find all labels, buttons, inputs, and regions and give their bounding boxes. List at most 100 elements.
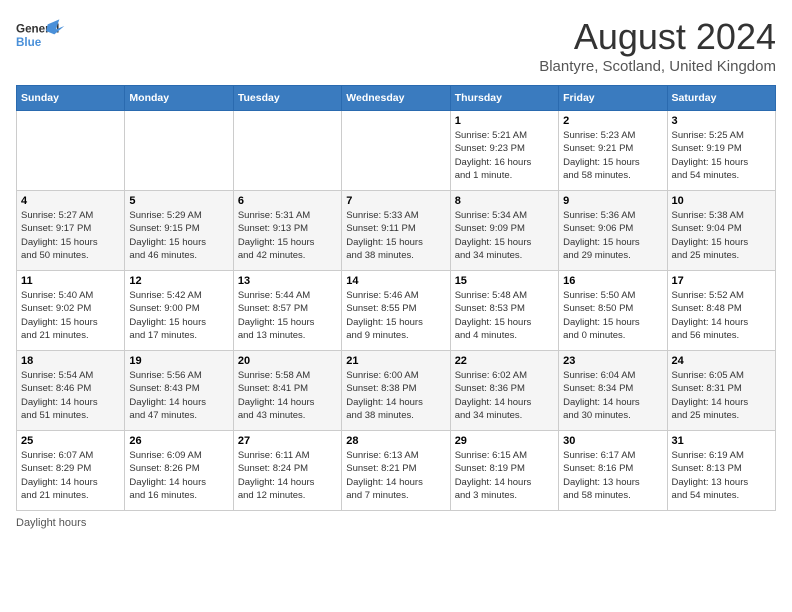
calendar-day-cell: 19 Sunrise: 5:56 AM Sunset: 8:43 PM Dayli…	[125, 351, 233, 431]
calendar-day-cell: 17Sunrise: 5:52 AM Sunset: 8:48 PM Dayli…	[667, 271, 775, 351]
day-info: Sunrise: 6:11 AM Sunset: 8:24 PM Dayligh…	[238, 449, 337, 502]
day-number: 6	[238, 195, 337, 207]
day-number: 17	[672, 275, 771, 287]
day-info: Sunrise: 5:21 AM Sunset: 9:23 PM Dayligh…	[455, 129, 554, 182]
footer: Daylight hours	[16, 517, 776, 529]
day-info: Sunrise: 6:17 AM Sunset: 8:16 PM Dayligh…	[563, 449, 662, 502]
day-number: 27	[238, 435, 337, 447]
header: General Blue August 2024 Blantyre, Scotl…	[16, 16, 776, 75]
day-info: Sunrise: 6:04 AM Sunset: 8:34 PM Dayligh…	[563, 369, 662, 422]
calendar-day-cell: 18 Sunrise: 5:54 AM Sunset: 8:46 PM Dayli…	[17, 351, 125, 431]
day-number: 14	[346, 275, 445, 287]
day-info: Sunrise: 5:27 AM Sunset: 9:17 PM Dayligh…	[21, 209, 120, 262]
calendar-day-cell: 21 Sunrise: 6:00 AM Sunset: 8:38 PM Dayli…	[342, 351, 450, 431]
calendar-table: SundayMondayTuesdayWednesdayThursdayFrid…	[16, 85, 776, 511]
calendar-day-cell: 9 Sunrise: 5:36 AM Sunset: 9:06 PM Daylig…	[559, 191, 667, 271]
calendar-day-cell: 26 Sunrise: 6:09 AM Sunset: 8:26 PM Dayli…	[125, 431, 233, 511]
day-info: Sunrise: 5:31 AM Sunset: 9:13 PM Dayligh…	[238, 209, 337, 262]
calendar-day-cell	[233, 111, 341, 191]
day-info: Sunrise: 5:50 AM Sunset: 8:50 PM Dayligh…	[563, 289, 662, 342]
logo-icon: General Blue	[16, 16, 66, 61]
day-number: 22	[455, 355, 554, 367]
calendar-day-cell: 14Sunrise: 5:46 AM Sunset: 8:55 PM Dayli…	[342, 271, 450, 351]
day-info: Sunrise: 5:36 AM Sunset: 9:06 PM Dayligh…	[563, 209, 662, 262]
calendar-day-cell: 29Sunrise: 6:15 AM Sunset: 8:19 PM Dayli…	[450, 431, 558, 511]
calendar-week-row: 11Sunrise: 5:40 AM Sunset: 9:02 PM Dayli…	[17, 271, 776, 351]
calendar-day-cell: 13Sunrise: 5:44 AM Sunset: 8:57 PM Dayli…	[233, 271, 341, 351]
logo: General Blue	[16, 16, 66, 61]
day-number: 12	[129, 275, 228, 287]
calendar-day-cell: 31Sunrise: 6:19 AM Sunset: 8:13 PM Dayli…	[667, 431, 775, 511]
calendar-day-cell: 12 Sunrise: 5:42 AM Sunset: 9:00 PM Dayli…	[125, 271, 233, 351]
calendar-day-cell: 7 Sunrise: 5:33 AM Sunset: 9:11 PM Daylig…	[342, 191, 450, 271]
calendar-day-cell	[125, 111, 233, 191]
daylight-label: Daylight hours	[16, 517, 86, 529]
day-info: Sunrise: 5:29 AM Sunset: 9:15 PM Dayligh…	[129, 209, 228, 262]
calendar-day-cell: 3Sunrise: 5:25 AM Sunset: 9:19 PM Daylig…	[667, 111, 775, 191]
day-number: 9	[563, 195, 662, 207]
calendar-day-cell: 5Sunrise: 5:29 AM Sunset: 9:15 PM Daylig…	[125, 191, 233, 271]
calendar-day-cell: 11Sunrise: 5:40 AM Sunset: 9:02 PM Dayli…	[17, 271, 125, 351]
calendar-week-row: 4Sunrise: 5:27 AM Sunset: 9:17 PM Daylig…	[17, 191, 776, 271]
day-number: 25	[21, 435, 120, 447]
day-info: Sunrise: 5:56 AM Sunset: 8:43 PM Dayligh…	[129, 369, 228, 422]
calendar-day-cell: 4Sunrise: 5:27 AM Sunset: 9:17 PM Daylig…	[17, 191, 125, 271]
calendar-day-cell: 30 Sunrise: 6:17 AM Sunset: 8:16 PM Dayli…	[559, 431, 667, 511]
calendar-header-cell: Thursday	[450, 86, 558, 111]
day-number: 11	[21, 275, 120, 287]
calendar-header-row: SundayMondayTuesdayWednesdayThursdayFrid…	[17, 86, 776, 111]
day-info: Sunrise: 5:33 AM Sunset: 9:11 PM Dayligh…	[346, 209, 445, 262]
calendar-day-cell: 25Sunrise: 6:07 AM Sunset: 8:29 PM Dayli…	[17, 431, 125, 511]
calendar-day-cell: 28 Sunrise: 6:13 AM Sunset: 8:21 PM Dayli…	[342, 431, 450, 511]
day-number: 28	[346, 435, 445, 447]
day-info: Sunrise: 5:44 AM Sunset: 8:57 PM Dayligh…	[238, 289, 337, 342]
day-info: Sunrise: 6:00 AM Sunset: 8:38 PM Dayligh…	[346, 369, 445, 422]
day-number: 8	[455, 195, 554, 207]
day-number: 26	[129, 435, 228, 447]
day-number: 15	[455, 275, 554, 287]
day-number: 18	[21, 355, 120, 367]
day-info: Sunrise: 6:05 AM Sunset: 8:31 PM Dayligh…	[672, 369, 771, 422]
calendar-day-cell: 22 Sunrise: 6:02 AM Sunset: 8:36 PM Dayli…	[450, 351, 558, 431]
calendar-day-cell: 1 Sunrise: 5:21 AM Sunset: 9:23 PM Daylig…	[450, 111, 558, 191]
title-area: August 2024 Blantyre, Scotland, United K…	[539, 16, 776, 75]
day-number: 2	[563, 115, 662, 127]
calendar-day-cell: 2 Sunrise: 5:23 AM Sunset: 9:21 PM Daylig…	[559, 111, 667, 191]
calendar-day-cell	[17, 111, 125, 191]
day-info: Sunrise: 5:58 AM Sunset: 8:41 PM Dayligh…	[238, 369, 337, 422]
calendar-week-row: 1 Sunrise: 5:21 AM Sunset: 9:23 PM Daylig…	[17, 111, 776, 191]
day-number: 24	[672, 355, 771, 367]
day-number: 20	[238, 355, 337, 367]
day-info: Sunrise: 6:15 AM Sunset: 8:19 PM Dayligh…	[455, 449, 554, 502]
subtitle: Blantyre, Scotland, United Kingdom	[539, 58, 776, 75]
calendar-header-cell: Friday	[559, 86, 667, 111]
svg-text:Blue: Blue	[16, 36, 42, 49]
day-info: Sunrise: 5:34 AM Sunset: 9:09 PM Dayligh…	[455, 209, 554, 262]
day-info: Sunrise: 6:09 AM Sunset: 8:26 PM Dayligh…	[129, 449, 228, 502]
day-number: 10	[672, 195, 771, 207]
calendar-day-cell: 24 Sunrise: 6:05 AM Sunset: 8:31 PM Dayli…	[667, 351, 775, 431]
day-number: 30	[563, 435, 662, 447]
day-info: Sunrise: 6:02 AM Sunset: 8:36 PM Dayligh…	[455, 369, 554, 422]
day-number: 21	[346, 355, 445, 367]
day-info: Sunrise: 6:13 AM Sunset: 8:21 PM Dayligh…	[346, 449, 445, 502]
day-info: Sunrise: 5:25 AM Sunset: 9:19 PM Dayligh…	[672, 129, 771, 182]
calendar-header-cell: Sunday	[17, 86, 125, 111]
day-number: 1	[455, 115, 554, 127]
day-info: Sunrise: 5:54 AM Sunset: 8:46 PM Dayligh…	[21, 369, 120, 422]
day-number: 23	[563, 355, 662, 367]
calendar-body: 1 Sunrise: 5:21 AM Sunset: 9:23 PM Daylig…	[17, 111, 776, 511]
calendar-day-cell: 20 Sunrise: 5:58 AM Sunset: 8:41 PM Dayli…	[233, 351, 341, 431]
calendar-day-cell	[342, 111, 450, 191]
calendar-day-cell: 27 Sunrise: 6:11 AM Sunset: 8:24 PM Dayli…	[233, 431, 341, 511]
calendar-day-cell: 6 Sunrise: 5:31 AM Sunset: 9:13 PM Daylig…	[233, 191, 341, 271]
day-number: 7	[346, 195, 445, 207]
day-number: 19	[129, 355, 228, 367]
day-info: Sunrise: 5:38 AM Sunset: 9:04 PM Dayligh…	[672, 209, 771, 262]
day-info: Sunrise: 5:42 AM Sunset: 9:00 PM Dayligh…	[129, 289, 228, 342]
calendar-week-row: 18 Sunrise: 5:54 AM Sunset: 8:46 PM Dayli…	[17, 351, 776, 431]
day-number: 31	[672, 435, 771, 447]
calendar-header-cell: Wednesday	[342, 86, 450, 111]
main-title: August 2024	[539, 16, 776, 58]
day-info: Sunrise: 5:23 AM Sunset: 9:21 PM Dayligh…	[563, 129, 662, 182]
